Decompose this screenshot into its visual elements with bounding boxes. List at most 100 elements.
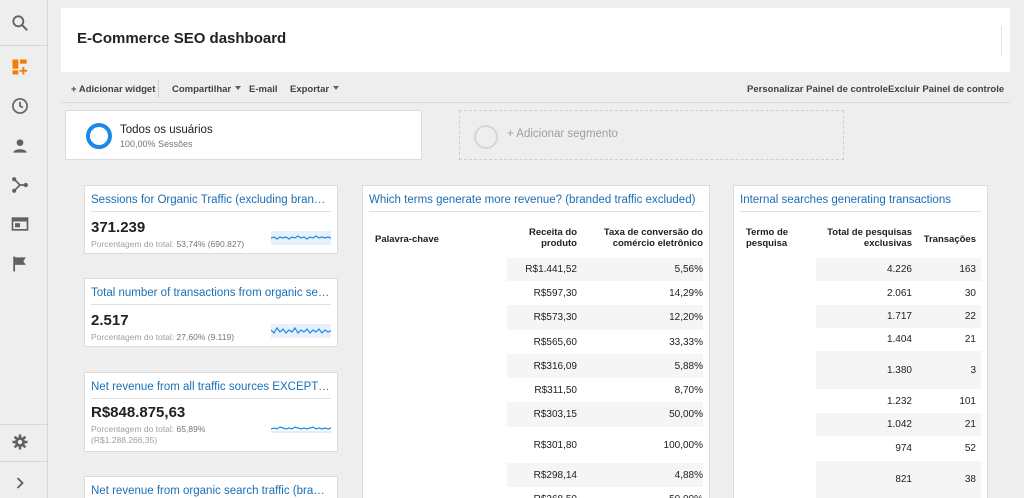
metric-percentage-label: Porcentagem do total: bbox=[91, 239, 175, 249]
column-header-revenue[interactable]: Receita do produto bbox=[501, 227, 577, 249]
segment-name: Todos os usuários bbox=[120, 124, 213, 136]
unique-searches-cell: 1.380 bbox=[886, 364, 912, 376]
table-row[interactable]: R$316,09 5,88% bbox=[369, 354, 703, 378]
internal-searches-table: Termo de pesquisa Total de pesquisas exc… bbox=[740, 226, 981, 498]
unique-searches-cell: 821 bbox=[895, 474, 912, 485]
conversion-rate-cell: 5,56% bbox=[674, 264, 703, 275]
table-row[interactable]: 1.380 3 bbox=[740, 351, 981, 389]
metric-percentage: Porcentagem do total: 27,60% (9.119) bbox=[91, 332, 234, 343]
behavior-icon[interactable] bbox=[0, 204, 40, 244]
table-row[interactable]: R$268,50 50,00% bbox=[369, 487, 703, 498]
unique-searches-cell: 2.061 bbox=[886, 287, 912, 299]
export-menu[interactable]: Exportar bbox=[290, 84, 340, 95]
table-row[interactable]: 1.717 22 bbox=[740, 305, 981, 328]
transactions-cell: 21 bbox=[964, 334, 976, 345]
widget-title[interactable]: Total number of transactions from organi… bbox=[91, 287, 331, 299]
revenue-cell: R$303,15 bbox=[533, 409, 577, 420]
redacted-keyword-cell bbox=[369, 305, 507, 330]
table-row[interactable]: R$301,80 100,00% bbox=[369, 427, 703, 463]
conversions-icon[interactable] bbox=[0, 244, 40, 284]
metric-percentage: Porcentagem do total: 53,74% (690.827) bbox=[91, 239, 244, 250]
metric-percentage-value: 53,74% (690.827) bbox=[176, 239, 245, 249]
redacted-keyword-cell bbox=[369, 354, 507, 378]
customization-icon[interactable] bbox=[0, 47, 40, 87]
table-row[interactable]: R$298,14 4,88% bbox=[369, 463, 703, 487]
table-row[interactable]: R$303,15 50,00% bbox=[369, 402, 703, 427]
conversion-rate-cell: 50,00% bbox=[669, 409, 703, 420]
delete-dashboard-button[interactable]: Excluir Painel de controle bbox=[888, 84, 1004, 95]
column-header-unique-searches[interactable]: Total de pesquisas exclusivas bbox=[816, 227, 912, 249]
metric-percentage-value: 27,60% (9.119) bbox=[176, 332, 235, 342]
table-row[interactable]: R$565,60 33,33% bbox=[369, 330, 703, 354]
metric-percentage-label: Porcentagem do total: bbox=[91, 424, 175, 434]
sparkline bbox=[271, 324, 331, 338]
acquisition-icon[interactable] bbox=[0, 165, 40, 205]
expand-icon[interactable] bbox=[0, 463, 40, 498]
table-row[interactable]: 1.042 21 bbox=[740, 413, 981, 436]
unique-searches-cell: 1.042 bbox=[886, 419, 912, 430]
add-widget-button[interactable]: + Adicionar widget bbox=[71, 84, 155, 95]
segment-ring-icon bbox=[86, 123, 112, 149]
dashboard-header: E-Commerce SEO dashboard bbox=[61, 8, 1010, 72]
export-label: Exportar bbox=[290, 84, 330, 95]
metric-percentage-value: 65,89% bbox=[176, 424, 206, 434]
widget-title[interactable]: Net revenue from all traffic sources EXC… bbox=[91, 381, 331, 393]
audience-icon[interactable] bbox=[0, 126, 40, 166]
redacted-term-cell bbox=[740, 461, 816, 498]
unique-searches-cell: 1.717 bbox=[886, 311, 912, 322]
unique-searches-cell: 1.404 bbox=[886, 334, 912, 345]
search-icon[interactable] bbox=[0, 3, 40, 43]
email-button[interactable]: E-mail bbox=[249, 84, 278, 95]
table-row[interactable]: 1.232 101 bbox=[740, 389, 981, 413]
transactions-cell: 101 bbox=[959, 395, 976, 407]
table-row[interactable]: 974 52 bbox=[740, 436, 981, 461]
widget-net-revenue-all: Net revenue from all traffic sources EXC… bbox=[84, 372, 338, 452]
add-segment-ring-icon bbox=[474, 125, 498, 149]
dashboard-toolbar: + Adicionar widget Compartilhar E-mail E… bbox=[61, 76, 1010, 102]
widget-transactions: Total number of transactions from organi… bbox=[84, 278, 338, 347]
conversion-rate-cell: 12,20% bbox=[669, 312, 703, 323]
redacted-term-cell bbox=[740, 305, 816, 328]
realtime-icon[interactable] bbox=[0, 86, 40, 126]
redacted-keyword-cell bbox=[369, 378, 507, 402]
share-menu[interactable]: Compartilhar bbox=[172, 84, 242, 95]
table-row[interactable]: R$1.441,52 5,56% bbox=[369, 258, 703, 281]
redacted-term-cell bbox=[740, 328, 816, 351]
widget-sessions: Sessions for Organic Traffic (excluding … bbox=[84, 185, 338, 254]
revenue-cell: R$597,30 bbox=[533, 287, 577, 299]
table-row[interactable]: 2.061 30 bbox=[740, 281, 981, 305]
table-row[interactable]: R$311,50 8,70% bbox=[369, 378, 703, 402]
table-row[interactable]: 821 38 bbox=[740, 461, 981, 498]
widget-title[interactable]: Which terms generate more revenue? (bran… bbox=[369, 194, 703, 206]
conversion-rate-cell: 8,70% bbox=[674, 384, 703, 396]
add-segment-button[interactable]: + Adicionar segmento bbox=[459, 110, 844, 160]
customize-dashboard-button[interactable]: Personalizar Painel de controle bbox=[747, 84, 888, 95]
conversion-rate-cell: 14,29% bbox=[669, 287, 703, 299]
column-header-conversion-rate[interactable]: Taxa de conversão do comércio eletrônico bbox=[589, 227, 703, 249]
column-header-transactions[interactable]: Transações bbox=[918, 234, 976, 245]
table-row[interactable]: 4.226 163 bbox=[740, 258, 981, 281]
widget-title[interactable]: Internal searches generating transaction… bbox=[740, 194, 981, 206]
column-header-search-term[interactable]: Termo de pesquisa bbox=[746, 227, 806, 249]
table-row[interactable]: 1.404 21 bbox=[740, 328, 981, 351]
revenue-cell: R$298,14 bbox=[533, 469, 577, 481]
column-header-keyword[interactable]: Palavra-chave bbox=[375, 234, 439, 245]
table-row[interactable]: R$573,30 12,20% bbox=[369, 305, 703, 330]
caret-down-icon bbox=[333, 86, 340, 90]
table-row[interactable]: R$597,30 14,29% bbox=[369, 281, 703, 305]
conversion-rate-cell: 4,88% bbox=[674, 469, 703, 481]
sparkline bbox=[271, 426, 331, 433]
conversion-rate-cell: 50,00% bbox=[589, 487, 703, 498]
header-divider bbox=[1001, 26, 1002, 56]
metric-value: 2.517 bbox=[91, 312, 129, 329]
metric-value: R$848.875,63 bbox=[91, 404, 186, 421]
widget-title[interactable]: Sessions for Organic Traffic (excluding … bbox=[91, 194, 331, 206]
transactions-cell: 21 bbox=[964, 419, 976, 430]
unique-searches-cell: 4.226 bbox=[886, 264, 912, 275]
settings-icon[interactable] bbox=[0, 422, 40, 462]
redacted-keyword-cell bbox=[369, 330, 507, 354]
segment-all-users[interactable]: Todos os usuários 100,00% Sessões bbox=[65, 110, 422, 160]
widget-title[interactable]: Net revenue from organic search traffic … bbox=[91, 485, 331, 497]
revenue-cell: R$268,50 bbox=[501, 487, 577, 498]
redacted-keyword-cell bbox=[369, 487, 507, 498]
